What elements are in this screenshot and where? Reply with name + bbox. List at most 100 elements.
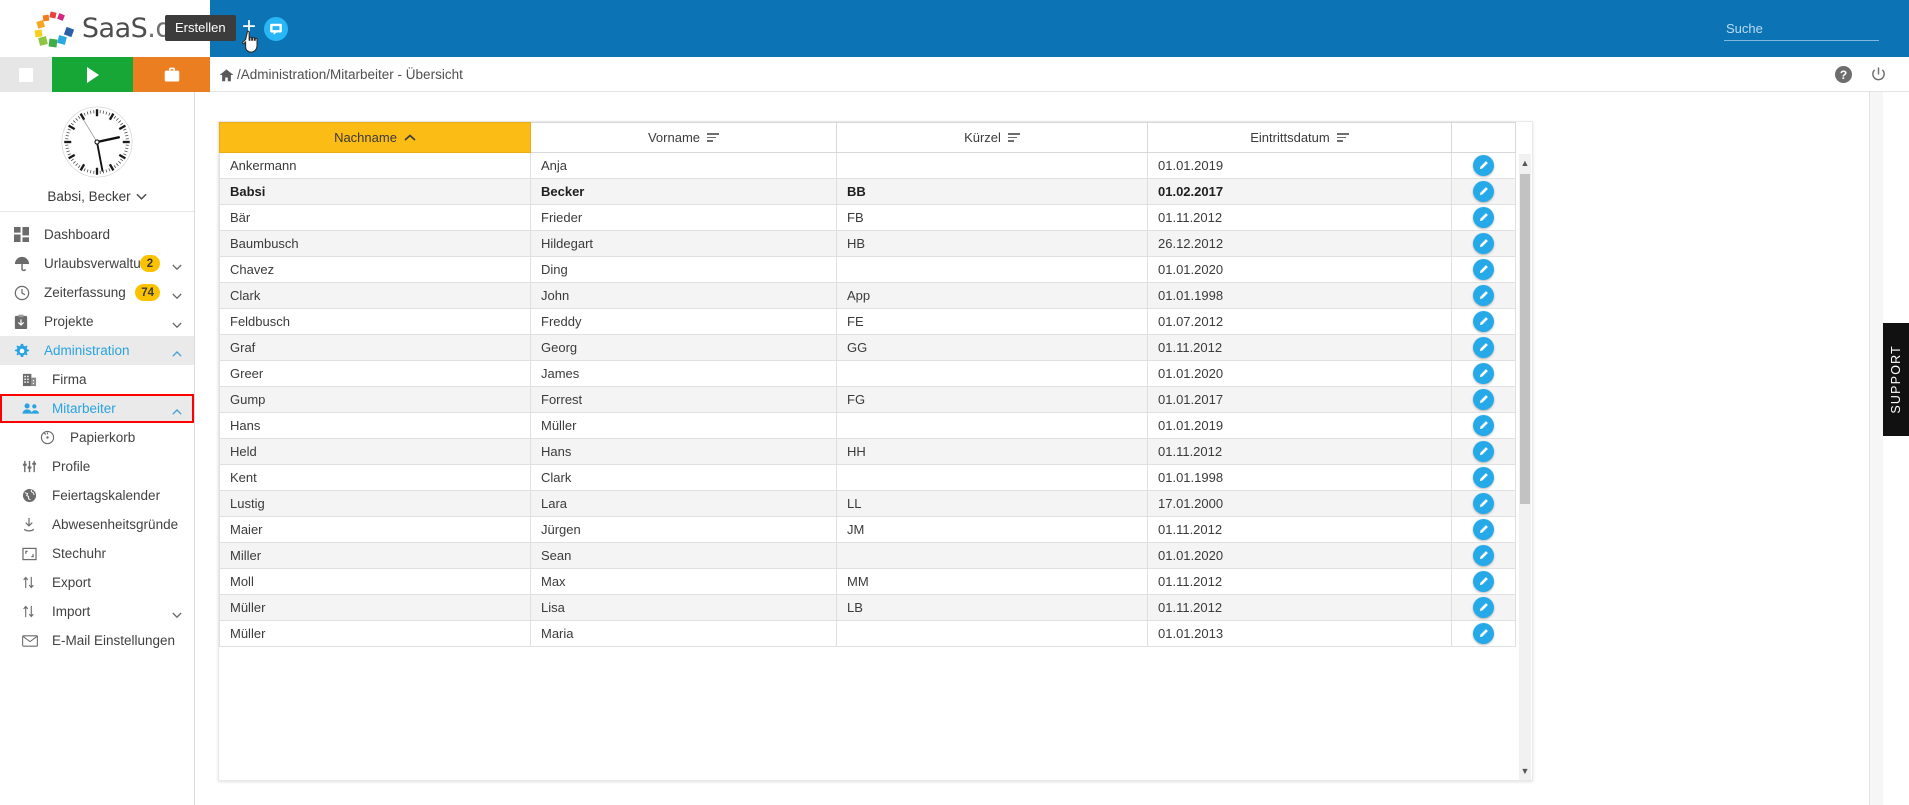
- chevron-up-icon[interactable]: [172, 346, 182, 357]
- sidebar-item-stechuhr[interactable]: Stechuhr: [0, 539, 194, 568]
- table-row[interactable]: Gump Forrest FG 01.01.2017: [219, 386, 1516, 413]
- edit-row-button[interactable]: [1473, 545, 1494, 566]
- edit-row-button[interactable]: [1473, 259, 1494, 280]
- sidebar-item-email-einstellungen[interactable]: E-Mail Einstellungen: [0, 626, 194, 655]
- table-row[interactable]: Hans Müller 01.01.2019: [219, 412, 1516, 439]
- sidebar-item-profile[interactable]: Profile: [0, 452, 194, 481]
- scroll-down-arrow-icon[interactable]: ▼: [1519, 762, 1531, 780]
- user-profile[interactable]: Babsi, Becker: [0, 92, 194, 212]
- stop-button[interactable]: [0, 57, 52, 92]
- cell-eintritt: 01.01.2020: [1147, 256, 1452, 283]
- table-row[interactable]: Moll Max MM 01.11.2012: [219, 568, 1516, 595]
- edit-row-button[interactable]: [1473, 181, 1494, 202]
- cell-kuerzel: FE: [836, 308, 1148, 335]
- edit-row-button[interactable]: [1473, 233, 1494, 254]
- sidebar-item-label: Zeiterfassung: [44, 285, 126, 300]
- cell-nachname: Feldbusch: [219, 308, 531, 335]
- sidebar-item-label: Dashboard: [44, 227, 111, 242]
- column-header-nachname[interactable]: Nachname: [219, 122, 531, 153]
- sidebar-item-export[interactable]: Export: [0, 568, 194, 597]
- edit-row-button[interactable]: [1473, 285, 1494, 306]
- chevron-down-icon[interactable]: [172, 288, 182, 299]
- project-button[interactable]: [133, 57, 210, 92]
- chevron-down-icon[interactable]: [172, 259, 182, 270]
- chevron-up-icon[interactable]: [172, 404, 182, 415]
- search-input[interactable]: [1724, 18, 1879, 41]
- chevron-down-icon[interactable]: [172, 607, 182, 618]
- saas-circle-logo-icon: [28, 9, 80, 49]
- sidebar-item-label: Import: [52, 604, 91, 619]
- chat-button[interactable]: [264, 17, 288, 41]
- column-header-eintrittsdatum[interactable]: Eintrittsdatum: [1147, 122, 1452, 153]
- edit-row-button[interactable]: [1473, 519, 1494, 540]
- table-row[interactable]: Ankermann Anja 01.01.2019: [219, 152, 1516, 179]
- sidebar-item-import[interactable]: Import: [0, 597, 194, 626]
- table-row[interactable]: Maier Jürgen JM 01.11.2012: [219, 516, 1516, 543]
- edit-row-button[interactable]: [1473, 207, 1494, 228]
- global-search[interactable]: [1724, 18, 1879, 41]
- cell-eintritt: 26.12.2012: [1147, 230, 1452, 257]
- edit-row-button[interactable]: [1473, 571, 1494, 592]
- timeclock-icon: [22, 547, 42, 561]
- edit-row-button[interactable]: [1473, 623, 1494, 644]
- table-scrollbar[interactable]: ▲ ▼: [1519, 154, 1531, 780]
- sidebar-item-firma[interactable]: Firma: [0, 365, 194, 394]
- cell-kuerzel: App: [836, 282, 1148, 309]
- table-row[interactable]: Feldbusch Freddy FE 01.07.2012: [219, 308, 1516, 335]
- start-timer-button[interactable]: [52, 57, 133, 92]
- support-tab[interactable]: SUPPORT: [1883, 323, 1909, 436]
- sidebar-item-administration[interactable]: Administration: [0, 336, 194, 365]
- cell-vorname: Max: [530, 568, 837, 595]
- cell-nachname: Lustig: [219, 490, 531, 517]
- edit-row-button[interactable]: [1473, 441, 1494, 462]
- edit-row-button[interactable]: [1473, 363, 1494, 384]
- table-row[interactable]: Kent Clark 01.01.1998: [219, 464, 1516, 491]
- edit-row-button[interactable]: [1473, 597, 1494, 618]
- edit-row-button[interactable]: [1473, 389, 1494, 410]
- column-header-kuerzel[interactable]: Kürzel: [836, 122, 1148, 153]
- chevron-down-icon[interactable]: [172, 317, 182, 328]
- cell-actions: [1451, 594, 1516, 621]
- sidebar-item-dashboard[interactable]: Dashboard: [0, 220, 194, 249]
- table-row[interactable]: Clark John App 01.01.1998: [219, 282, 1516, 309]
- column-header-vorname[interactable]: Vorname: [530, 122, 837, 153]
- cell-kuerzel: [836, 542, 1148, 569]
- edit-row-button[interactable]: [1473, 155, 1494, 176]
- cell-nachname: Gump: [219, 386, 531, 413]
- edit-row-button[interactable]: [1473, 493, 1494, 514]
- table-row[interactable]: Lustig Lara LL 17.01.2000: [219, 490, 1516, 517]
- table-row[interactable]: Chavez Ding 01.01.2020: [219, 256, 1516, 283]
- sidebar-item-feiertagskalender[interactable]: Feiertagskalender: [0, 481, 194, 510]
- table-row[interactable]: Held Hans HH 01.11.2012: [219, 438, 1516, 465]
- sidebar-item-papierkorb[interactable]: Papierkorb: [0, 423, 194, 452]
- table-row[interactable]: Greer James 01.01.2020: [219, 360, 1516, 387]
- cell-vorname: Anja: [530, 152, 837, 179]
- clipboard-icon: [14, 314, 34, 330]
- table-row[interactable]: Graf Georg GG 01.11.2012: [219, 334, 1516, 361]
- edit-row-button[interactable]: [1473, 337, 1494, 358]
- home-icon[interactable]: [219, 68, 234, 82]
- table-row[interactable]: Bär Frieder FB 01.11.2012: [219, 204, 1516, 231]
- power-icon[interactable]: [1870, 66, 1887, 83]
- question-mark-icon[interactable]: ?: [1835, 66, 1852, 83]
- edit-row-button[interactable]: [1473, 415, 1494, 436]
- profile-name-row[interactable]: Babsi, Becker: [47, 189, 147, 204]
- sidebar-item-projekte[interactable]: Projekte: [0, 307, 194, 336]
- sidebar-item-zeiterfassung[interactable]: Zeiterfassung 74: [0, 278, 194, 307]
- table-row[interactable]: Baumbusch Hildegart HB 26.12.2012: [219, 230, 1516, 257]
- edit-row-button[interactable]: [1473, 467, 1494, 488]
- sidebar-item-urlaubsverwaltung[interactable]: Urlaubsverwaltung 2: [0, 249, 194, 278]
- table-row[interactable]: Miller Sean 01.01.2020: [219, 542, 1516, 569]
- scroll-up-arrow-icon[interactable]: ▲: [1519, 154, 1531, 172]
- briefcase-icon: [164, 67, 179, 82]
- cell-kuerzel: LB: [836, 594, 1148, 621]
- sidebar-item-mitarbeiter[interactable]: Mitarbeiter: [0, 394, 194, 423]
- sidebar-item-abwesenheitsgruende[interactable]: Abwesenheitsgründe: [0, 510, 194, 539]
- table-row[interactable]: Müller Maria 01.01.2013: [219, 620, 1516, 647]
- cell-actions: [1451, 464, 1516, 491]
- table-row[interactable]: Babsi Becker BB 01.02.2017: [219, 178, 1516, 205]
- edit-row-button[interactable]: [1473, 311, 1494, 332]
- cell-kuerzel: HH: [836, 438, 1148, 465]
- scrollbar-thumb[interactable]: [1520, 174, 1530, 504]
- table-row[interactable]: Müller Lisa LB 01.11.2012: [219, 594, 1516, 621]
